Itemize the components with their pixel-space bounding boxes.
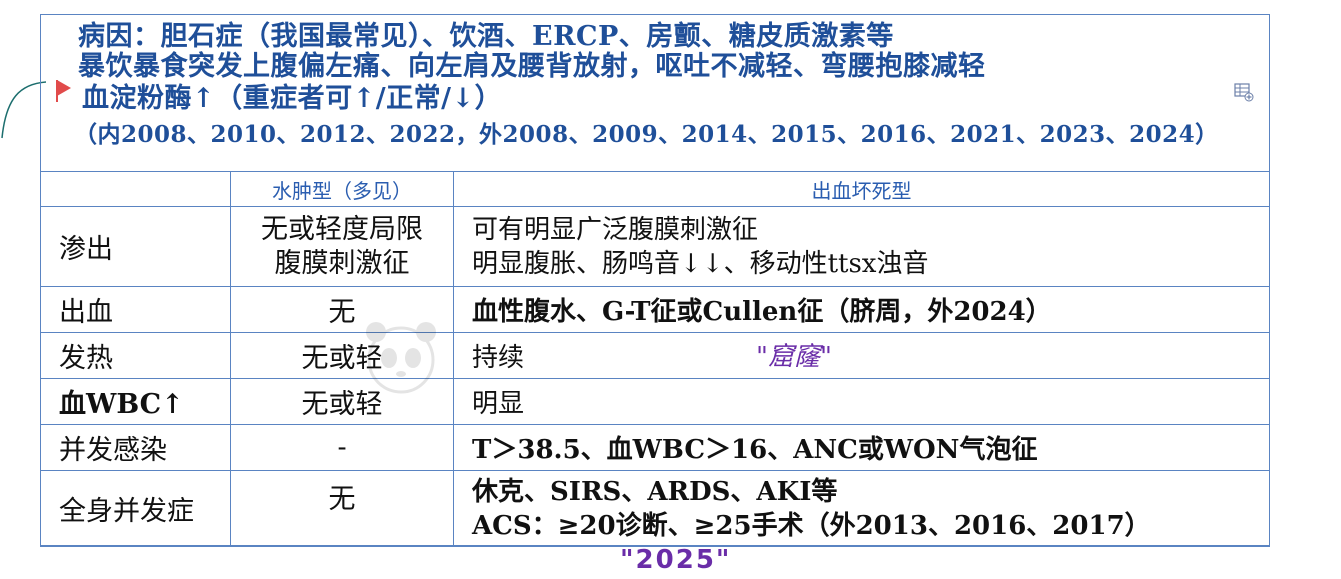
header-edema-type: 水肿型（多见）	[230, 171, 454, 207]
handwritten-note-cavity: "窟窿"	[756, 342, 832, 372]
edema-cell: 无	[230, 470, 454, 547]
cell-text: 腹膜刺激征	[274, 247, 410, 279]
table-insert-icon[interactable]	[1234, 82, 1254, 102]
table-header-row: 水肿型（多见） 出血坏死型	[40, 171, 1270, 207]
cell-text: 明显腹胀、肠鸣音↓↓、移动性ttsx浊音	[472, 248, 929, 279]
table-row: 并发感染 - T＞38.5、血WBC＞16、ANC或WON气泡征	[40, 424, 1270, 471]
header-necrotic-type: 出血坏死型	[453, 171, 1270, 207]
edema-cell: 无或轻度局限 腹膜刺激征	[230, 206, 454, 287]
row-label: 出血	[40, 286, 231, 333]
cell-text: 持续	[472, 343, 525, 373]
row-label: 渗出	[40, 206, 231, 287]
cell-text: 休克、SIRS、ARDS、AKI等	[472, 476, 838, 507]
cell-text: 明显	[472, 389, 525, 419]
necrotic-cell: T＞38.5、血WBC＞16、ANC或WON气泡征	[453, 424, 1270, 471]
panda-watermark-icon	[366, 322, 436, 394]
necrotic-cell: 持续	[453, 332, 1270, 379]
row-label: 全身并发症	[40, 470, 231, 547]
row-label: 发热	[40, 332, 231, 379]
table-row: 出血 无 血性腹水、G-T征或Cullen征（脐周，外2024）	[40, 286, 1270, 333]
cell-text: 无或轻度局限	[261, 213, 423, 245]
row-label: 血WBC↑	[40, 378, 231, 425]
edema-cell: -	[230, 424, 454, 471]
header-empty	[40, 171, 231, 207]
flag-icon-pennant	[57, 80, 71, 96]
exam-years-line: （内2008、2010、2012、2022，外2008、2009、2014、20…	[74, 121, 1219, 148]
pancreatitis-comparison-table: 水肿型（多见） 出血坏死型 渗出 无或轻度局限 腹膜刺激征 可有明显广泛腹膜刺激…	[40, 171, 1270, 547]
necrotic-cell: 明显	[453, 378, 1270, 425]
cell-text: 可有明显广泛腹膜刺激征	[472, 214, 759, 245]
table-row: 全身并发症 无 休克、SIRS、ARDS、AKI等 ACS：≥20诊断、≥25手…	[40, 470, 1270, 547]
table-row: 渗出 无或轻度局限 腹膜刺激征 可有明显广泛腹膜刺激征 明显腹胀、肠鸣音↓↓、移…	[40, 206, 1270, 287]
table-row: 血WBC↑ 无或轻 明显	[40, 378, 1270, 425]
necrotic-cell: 血性腹水、G-T征或Cullen征（脐周，外2024）	[453, 286, 1270, 333]
table-row: 发热 无或轻 持续	[40, 332, 1270, 379]
handwritten-note-2025: "2025"	[620, 545, 732, 575]
cell-text: ACS：≥20诊断、≥25手术（外2013、2016、2017）	[472, 510, 1151, 541]
row-label: 并发感染	[40, 424, 231, 471]
amylase-line: 血淀粉酶↑（重症者可↑/正常/↓）	[82, 83, 503, 114]
necrotic-cell: 休克、SIRS、ARDS、AKI等 ACS：≥20诊断、≥25手术（外2013、…	[453, 470, 1270, 547]
necrotic-cell: 可有明显广泛腹膜刺激征 明显腹胀、肠鸣音↓↓、移动性ttsx浊音	[453, 206, 1270, 287]
